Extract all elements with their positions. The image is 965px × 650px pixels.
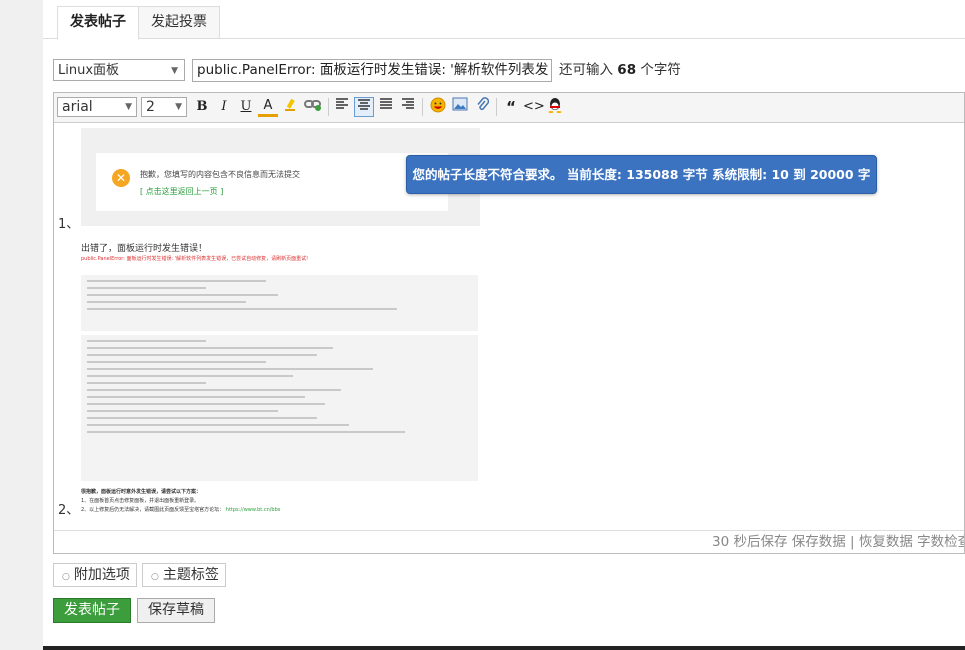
toolbar-divider	[422, 98, 423, 116]
topic-tags-button[interactable]: ○ 主题标签	[142, 563, 226, 587]
panel-error-step-2: 2、以上修复后仍无法解决，请截图此页面反馈至宝塔官方论坛： https://ww…	[81, 506, 280, 513]
image-icon[interactable]	[450, 97, 470, 117]
align-right-icon[interactable]	[398, 97, 418, 117]
emoji-icon[interactable]	[428, 97, 448, 117]
toolbar-divider	[328, 98, 329, 116]
panel-error-help: 很抱歉，面板运行时意外发生错误，请尝试以下方案：	[81, 489, 202, 495]
attachment-icon[interactable]	[472, 97, 492, 117]
bottom-border	[43, 646, 965, 650]
panel-error-subtitle: public.PanelError: 面板运行时发生错误: '解析软件列表发生错…	[81, 256, 309, 262]
font-size-select[interactable]: 2 ▼	[141, 97, 187, 117]
forum-link: https://www.bt.cn/bbs	[225, 507, 281, 513]
list-number-2: 2、	[58, 503, 80, 518]
bold-button[interactable]: B	[192, 97, 212, 117]
link-icon[interactable]	[303, 97, 323, 117]
editor-toolbar: arial ▼ 2 ▼ B I U A “ <>	[54, 93, 964, 123]
tab-new-post[interactable]: 发表帖子	[57, 6, 139, 40]
subject-input[interactable]: public.PanelError: 面板运行时发生错误: '解析软件列表发	[192, 59, 552, 82]
error-card: ✕ 抱歉，您填写的内容包含不良信息而无法提交 [ 点击这里返回上一页 ]	[96, 153, 448, 211]
toolbar-divider	[496, 98, 497, 116]
align-center-icon[interactable]	[354, 97, 374, 117]
underline-button[interactable]: U	[236, 97, 256, 117]
quote-button[interactable]: “	[501, 97, 521, 117]
qq-icon[interactable]	[545, 97, 565, 117]
circle-icon: ○	[151, 572, 159, 582]
extra-options-button[interactable]: ○ 附加选项	[53, 563, 137, 587]
editor-status-bar: 30 秒后保存 保存数据 | 恢复数据 字数检查	[54, 530, 964, 553]
highlight-icon[interactable]	[280, 97, 300, 117]
traceback-block	[81, 335, 478, 481]
italic-button[interactable]: I	[214, 97, 234, 117]
remaining-prefix: 还可输入	[559, 62, 613, 78]
font-color-button[interactable]: A	[258, 97, 278, 117]
list-number-1: 1、	[58, 217, 80, 232]
panel-error-title: 出错了，面板运行时发生错误！	[81, 244, 208, 254]
error-icon: ✕	[112, 169, 130, 187]
request-info-block	[81, 275, 478, 331]
category-value: Linux面板	[58, 63, 120, 78]
align-justify-icon[interactable]	[376, 97, 396, 117]
save-draft-button[interactable]: 保存草稿	[137, 598, 215, 623]
font-family-select[interactable]: arial ▼	[57, 97, 137, 117]
back-link: [ 点击这里返回上一页 ]	[140, 187, 224, 196]
code-button[interactable]: <>	[523, 97, 545, 117]
remaining-suffix: 个字符	[640, 62, 681, 78]
tab-new-poll[interactable]: 发起投票	[138, 6, 220, 38]
chevron-down-icon: ▼	[171, 66, 178, 76]
align-left-icon[interactable]	[332, 97, 352, 117]
extra-options-label: 附加选项	[73, 567, 130, 583]
autosave-status[interactable]: 30 秒后保存 保存数据 | 恢复数据 字数检查	[712, 531, 964, 553]
panel-error-step-1: 1、在面板首页点击修复面板，并退出面板重新登录。	[81, 498, 200, 504]
category-select[interactable]: Linux面板 ▼	[53, 59, 185, 81]
topic-tags-label: 主题标签	[162, 567, 219, 583]
left-gutter	[0, 0, 43, 650]
remaining-chars: 还可输入 68 个字符	[559, 59, 681, 82]
submit-post-button[interactable]: 发表帖子	[53, 598, 131, 623]
circle-icon: ○	[62, 572, 70, 582]
error-screenshot-2: 出错了，面板运行时发生错误！ public.PanelError: 面板运行时发…	[81, 241, 480, 521]
chevron-down-icon: ▼	[125, 102, 132, 112]
length-error-toast: 您的帖子长度不符合要求。 当前长度: 135088 字节 系统限制: 10 到 …	[406, 155, 877, 219]
error-message: 抱歉，您填写的内容包含不良信息而无法提交	[140, 170, 300, 179]
post-tabs: 发表帖子 发起投票	[43, 0, 965, 40]
panel-error-step-2-text: 2、以上修复后仍无法解决，请截图此页面反馈至宝塔官方论坛：	[81, 507, 225, 513]
font-size-value: 2	[146, 99, 155, 115]
font-family-value: arial	[62, 99, 93, 115]
remaining-count: 68	[617, 62, 637, 78]
chevron-down-icon: ▼	[175, 102, 182, 112]
